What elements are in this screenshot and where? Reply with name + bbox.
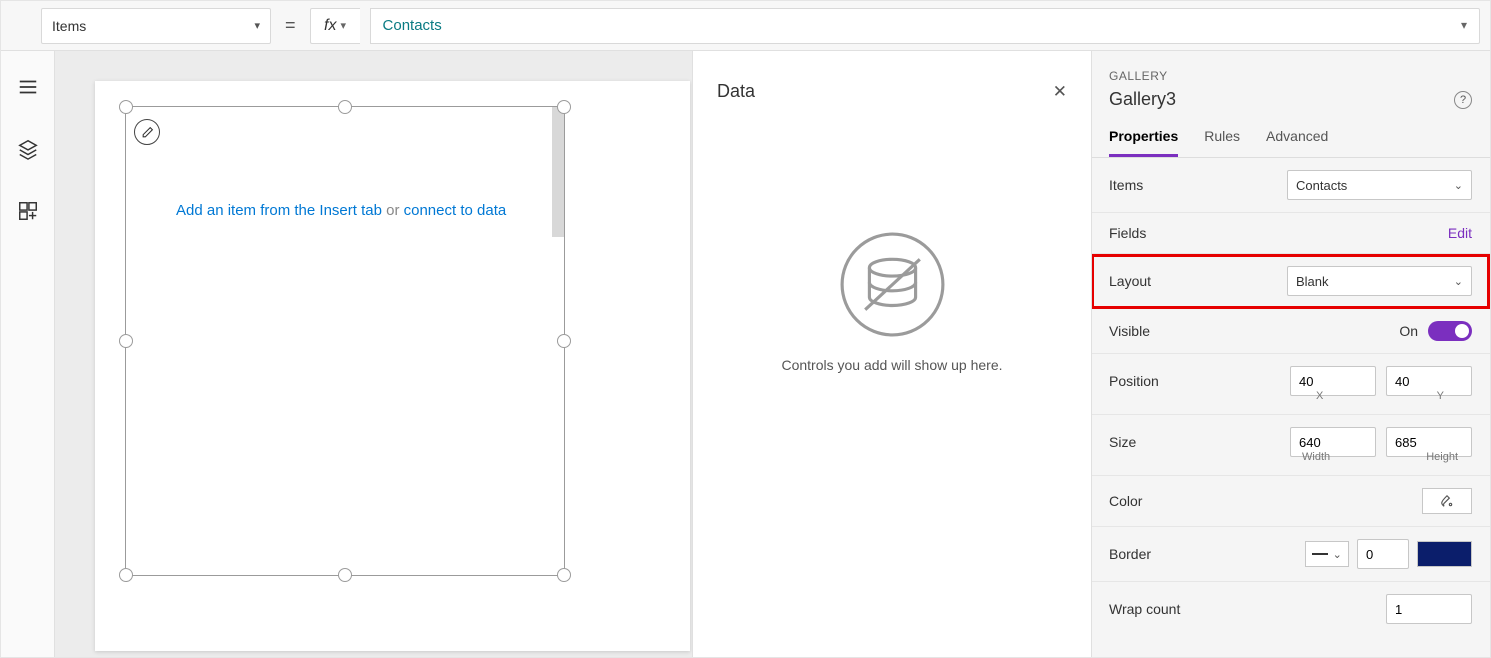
items-select[interactable]: Contacts ⌄ <box>1287 170 1472 200</box>
resize-handle[interactable] <box>119 334 133 348</box>
canvas-area[interactable]: Add an item from the Insert tab or conne… <box>55 51 1090 657</box>
layers-icon[interactable] <box>17 138 39 160</box>
prop-color: Color <box>1091 476 1490 527</box>
chevron-down-icon: ▾ <box>1461 18 1467 33</box>
color-picker[interactable] <box>1422 488 1472 514</box>
formula-text: Contacts <box>383 17 442 34</box>
hamburger-icon[interactable] <box>17 76 39 98</box>
prop-color-label: Color <box>1109 493 1142 509</box>
resize-handle[interactable] <box>557 100 571 114</box>
formula-bar: Items ▾ = fx ▾ Contacts ▾ <box>1 1 1490 51</box>
wrap-count-input[interactable] <box>1386 594 1472 624</box>
tab-advanced[interactable]: Advanced <box>1266 128 1328 157</box>
prop-wrap-label: Wrap count <box>1109 601 1180 617</box>
gallery-hint-text: Add an item from the Insert tab <box>176 202 382 219</box>
size-w-label: Width <box>1302 451 1330 463</box>
left-rail <box>1 51 55 657</box>
prop-items: Items Contacts ⌄ <box>1091 158 1490 213</box>
pos-y-label: Y <box>1437 390 1444 402</box>
gallery-hint-or: or <box>386 202 404 219</box>
formula-input[interactable]: Contacts ▾ <box>370 8 1480 44</box>
control-name: Gallery3 <box>1109 89 1176 110</box>
edit-icon[interactable] <box>134 119 160 145</box>
fx-icon: fx <box>324 17 336 35</box>
prop-visible-label: Visible <box>1109 323 1150 339</box>
data-pane-title: Data <box>717 81 755 102</box>
screen-page: Add an item from the Insert tab or conne… <box>95 81 690 651</box>
resize-handle[interactable] <box>119 568 133 582</box>
prop-border-label: Border <box>1109 546 1151 562</box>
equals-sign: = <box>281 15 300 36</box>
border-style-select[interactable]: ⌄ <box>1305 541 1349 567</box>
border-width-input[interactable] <box>1357 539 1409 569</box>
visible-toggle[interactable] <box>1428 321 1472 341</box>
layout-select[interactable]: Blank ⌄ <box>1287 266 1472 296</box>
data-empty-state: Controls you add will show up here. <box>717 232 1067 373</box>
prop-layout: Layout Blank ⌄ <box>1091 254 1490 309</box>
prop-visible: Visible On <box>1091 309 1490 354</box>
chevron-down-icon: ⌄ <box>1333 548 1342 561</box>
prop-wrap-count: Wrap count <box>1091 582 1490 636</box>
data-pane: Data ✕ Controls you add will show up her… <box>692 51 1092 657</box>
pos-x-label: X <box>1316 390 1323 402</box>
tab-properties[interactable]: Properties <box>1109 128 1178 157</box>
prop-items-label: Items <box>1109 177 1143 193</box>
chevron-down-icon: ▾ <box>340 19 346 32</box>
paint-icon <box>1440 494 1454 508</box>
properties-tabs: Properties Rules Advanced <box>1091 128 1490 158</box>
prop-size-sub: Width Height <box>1091 459 1490 476</box>
database-empty-icon <box>840 232 945 337</box>
prop-layout-label: Layout <box>1109 273 1151 289</box>
prop-border: Border ⌄ <box>1091 527 1490 582</box>
border-color-picker[interactable] <box>1417 541 1472 567</box>
chevron-down-icon: ▾ <box>254 19 260 32</box>
fields-edit-link[interactable]: Edit <box>1448 225 1472 241</box>
resize-handle[interactable] <box>119 100 133 114</box>
visible-state-text: On <box>1399 323 1418 339</box>
data-empty-text: Controls you add will show up here. <box>781 357 1002 373</box>
prop-position-label: Position <box>1109 373 1159 389</box>
properties-panel: GALLERY Gallery3 ? Properties Rules Adva… <box>1090 51 1490 657</box>
gallery-control[interactable]: Add an item from the Insert tab or conne… <box>125 106 565 576</box>
help-icon[interactable]: ? <box>1454 91 1472 109</box>
tab-rules[interactable]: Rules <box>1204 128 1240 157</box>
resize-handle[interactable] <box>557 568 571 582</box>
prop-fields-label: Fields <box>1109 225 1146 241</box>
connect-data-link[interactable]: connect to data <box>404 202 507 219</box>
prop-size-label: Size <box>1109 434 1136 450</box>
gallery-hint: Add an item from the Insert tab or conne… <box>176 202 506 219</box>
gallery-scrollbar[interactable] <box>552 107 564 237</box>
resize-handle[interactable] <box>557 334 571 348</box>
size-h-label: Height <box>1426 451 1458 463</box>
items-select-value: Contacts <box>1296 178 1347 193</box>
apps-icon[interactable] <box>17 200 39 222</box>
resize-handle[interactable] <box>338 100 352 114</box>
resize-handle[interactable] <box>338 568 352 582</box>
chevron-down-icon: ⌄ <box>1454 179 1463 192</box>
property-selector-label: Items <box>52 18 86 34</box>
control-type-label: GALLERY <box>1109 69 1472 83</box>
property-selector[interactable]: Items ▾ <box>41 8 271 44</box>
layout-select-value: Blank <box>1296 274 1329 289</box>
prop-position-sub: X Y <box>1091 398 1490 415</box>
close-icon[interactable]: ✕ <box>1053 82 1067 102</box>
chevron-down-icon: ⌄ <box>1454 275 1463 288</box>
fx-button[interactable]: fx ▾ <box>310 8 360 44</box>
prop-fields: Fields Edit <box>1091 213 1490 254</box>
